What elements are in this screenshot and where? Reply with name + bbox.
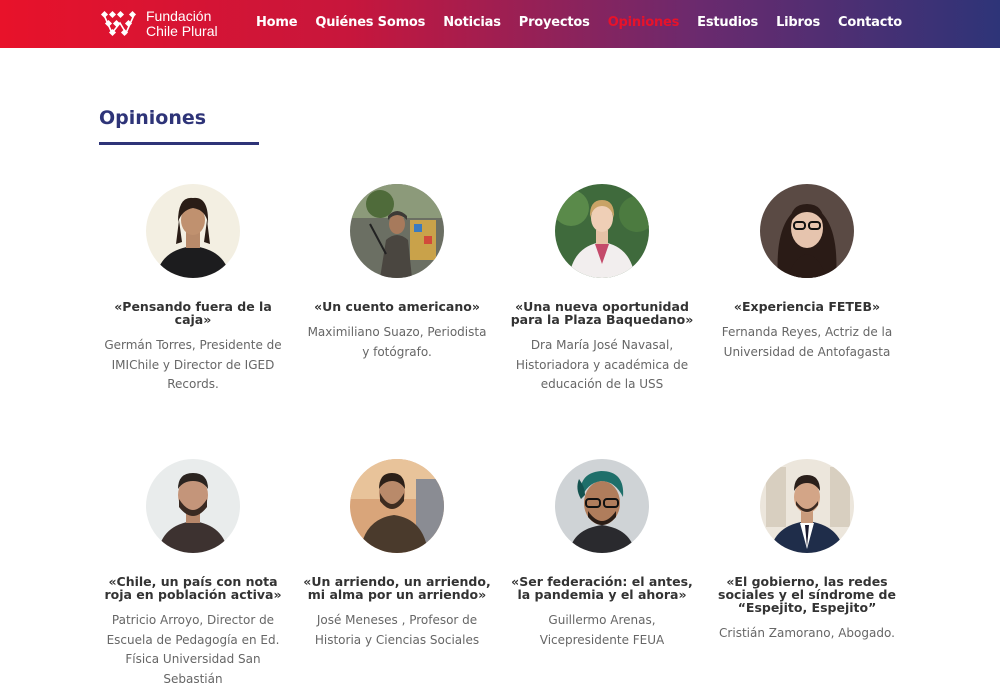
opinion-title[interactable]: «Un arriendo, un arriendo, mi alma por u…	[298, 575, 496, 601]
opinion-title[interactable]: «Ser federación: el antes, la pandemia y…	[503, 575, 701, 601]
author-photo[interactable]	[350, 459, 444, 553]
author-photo[interactable]	[760, 184, 854, 278]
nav-noticias[interactable]: Noticias	[443, 15, 501, 30]
opinion-title[interactable]: «Un cuento americano»	[298, 300, 496, 313]
opinion-card: «Experiencia FETEB» Fernanda Reyes, Actr…	[708, 184, 906, 362]
opinion-author: Dra María José Navasal, Historiadora y a…	[515, 338, 689, 391]
opinion-author: Maximiliano Suazo, Periodista y fotógraf…	[307, 325, 487, 359]
opinion-card: «El gobierno, las redes sociales y el sí…	[708, 459, 906, 644]
opinion-author: Guillermo Arenas, Vicepresidente FEUA	[539, 613, 665, 647]
opinion-author: Germán Torres, Presidente de IMIChile y …	[104, 338, 282, 391]
opinion-card: «Chile, un país con nota roja en poblaci…	[94, 459, 292, 689]
nav-contacto[interactable]: Contacto	[838, 15, 902, 30]
opinion-author: Cristián Zamorano, Abogado.	[719, 626, 895, 640]
nav-proyectos[interactable]: Proyectos	[519, 15, 590, 30]
opinion-title[interactable]: «El gobierno, las redes sociales y el sí…	[708, 575, 906, 614]
opinion-author: Patricio Arroyo, Director de Escuela de …	[106, 613, 280, 686]
logo-text: Fundación Chile Plural	[146, 9, 218, 39]
opinion-card: «Un cuento americano» Maximiliano Suazo,…	[298, 184, 496, 362]
nav-opiniones[interactable]: Opiniones	[608, 15, 680, 30]
title-underline	[99, 142, 259, 145]
opinion-card: «Una nueva oportunidad para la Plaza Baq…	[503, 184, 701, 395]
nav-libros[interactable]: Libros	[776, 15, 820, 30]
logo-mark-icon	[100, 10, 137, 37]
opinion-author: Fernanda Reyes, Actriz de la Universidad…	[721, 325, 893, 359]
site-logo[interactable]: Fundación Chile Plural	[100, 8, 218, 40]
nav-quienes-somos[interactable]: Quiénes Somos	[315, 15, 425, 30]
opinion-card: «Pensando fuera de la caja» Germán Torre…	[94, 184, 292, 395]
author-photo[interactable]	[555, 459, 649, 553]
logo-line-1: Fundación	[146, 8, 212, 24]
opinion-card: «Un arriendo, un arriendo, mi alma por u…	[298, 459, 496, 650]
author-photo[interactable]	[146, 184, 240, 278]
opinion-title[interactable]: «Chile, un país con nota roja en poblaci…	[94, 575, 292, 601]
author-photo[interactable]	[555, 184, 649, 278]
logo-line-2: Chile Plural	[146, 23, 218, 39]
opinion-author: José Meneses , Profesor de Historia y Ci…	[314, 613, 480, 647]
site-header: Fundación Chile Plural Home Quiénes Somo…	[0, 0, 1000, 48]
opinion-card: «Ser federación: el antes, la pandemia y…	[503, 459, 701, 650]
opinion-title[interactable]: «Una nueva oportunidad para la Plaza Baq…	[503, 300, 701, 326]
nav-home[interactable]: Home	[256, 15, 298, 30]
main-nav: Home Quiénes Somos Noticias Proyectos Op…	[238, 0, 902, 44]
opinion-title[interactable]: «Experiencia FETEB»	[708, 300, 906, 313]
nav-estudios[interactable]: Estudios	[697, 15, 758, 30]
author-photo[interactable]	[146, 459, 240, 553]
page-title: Opiniones	[99, 107, 207, 129]
author-photo[interactable]	[350, 184, 444, 278]
author-photo[interactable]	[760, 459, 854, 553]
opinion-title[interactable]: «Pensando fuera de la caja»	[94, 300, 292, 326]
